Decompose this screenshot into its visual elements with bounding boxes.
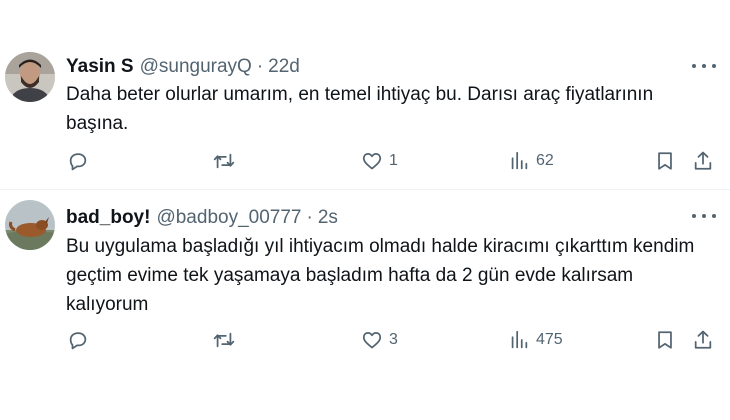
share-icon (694, 151, 712, 170)
bookmark-icon (658, 331, 672, 349)
bookmark-icon (658, 152, 672, 170)
author-name[interactable]: bad_boy! (66, 207, 150, 229)
tweet-actions: 3 475 (66, 327, 716, 353)
reply-button[interactable] (67, 327, 95, 353)
more-icon[interactable] (692, 56, 716, 76)
heart-icon (362, 331, 382, 349)
avatar[interactable] (5, 200, 55, 250)
tweet-text-line: Bu uygulama başladığı yıl ihtiyacım olma… (66, 236, 695, 257)
avatar[interactable] (5, 52, 55, 102)
tweet-text-line: geçtim evime tek yaşamaya başladım hafta… (66, 265, 634, 286)
reply-button[interactable] (67, 148, 95, 174)
views-button[interactable]: 475 (508, 327, 563, 353)
views-button[interactable]: 62 (508, 148, 554, 174)
tweet-text: Daha beter olurlar umarım, en temel ihti… (66, 80, 706, 138)
author-handle[interactable]: @badboy_00777 (156, 207, 301, 229)
bookmark-button[interactable] (654, 148, 676, 174)
bookmark-button[interactable] (654, 327, 676, 353)
timestamp[interactable]: 22d (268, 56, 300, 78)
like-count: 1 (389, 152, 398, 169)
like-count: 3 (389, 331, 398, 348)
repost-icon (213, 153, 235, 169)
views-icon (511, 151, 528, 170)
share-button[interactable] (692, 327, 714, 353)
share-icon (694, 330, 712, 349)
share-button[interactable] (692, 148, 714, 174)
separator: · (306, 207, 313, 228)
tweet-header: Yasin S @sungurayQ · 22d (66, 56, 300, 78)
tweet-text-line: başına. (66, 113, 129, 134)
tweet-actions: 1 62 (66, 148, 716, 174)
repost-button[interactable] (213, 327, 241, 353)
separator: · (256, 56, 264, 77)
more-icon[interactable] (692, 206, 716, 226)
tweet-text: Bu uygulama başladığı yıl ihtiyacım olma… (66, 232, 706, 319)
tweet[interactable]: bad_boy! @badboy_00777 · 2s Bu uygulama … (0, 190, 730, 420)
tweet-header: bad_boy! @badboy_00777 · 2s (66, 207, 338, 229)
tweet-text-line: Daha beter olurlar umarım, en temel ihti… (66, 84, 654, 105)
views-count: 62 (536, 152, 554, 169)
tweet-text-line: kalıyorum (66, 294, 149, 315)
author-handle[interactable]: @sungurayQ (140, 56, 252, 78)
repost-button[interactable] (213, 148, 241, 174)
views-icon (511, 330, 528, 349)
reply-icon (69, 153, 87, 171)
heart-icon (362, 152, 382, 170)
repost-icon (213, 332, 235, 348)
timestamp[interactable]: 2s (318, 207, 338, 229)
like-button[interactable]: 1 (361, 148, 398, 174)
author-name[interactable]: Yasin S (66, 56, 134, 78)
reply-icon (69, 332, 87, 350)
tweet[interactable]: Yasin S @sungurayQ · 22d Daha beter olur… (0, 0, 730, 190)
views-count: 475 (536, 331, 563, 348)
like-button[interactable]: 3 (361, 327, 398, 353)
